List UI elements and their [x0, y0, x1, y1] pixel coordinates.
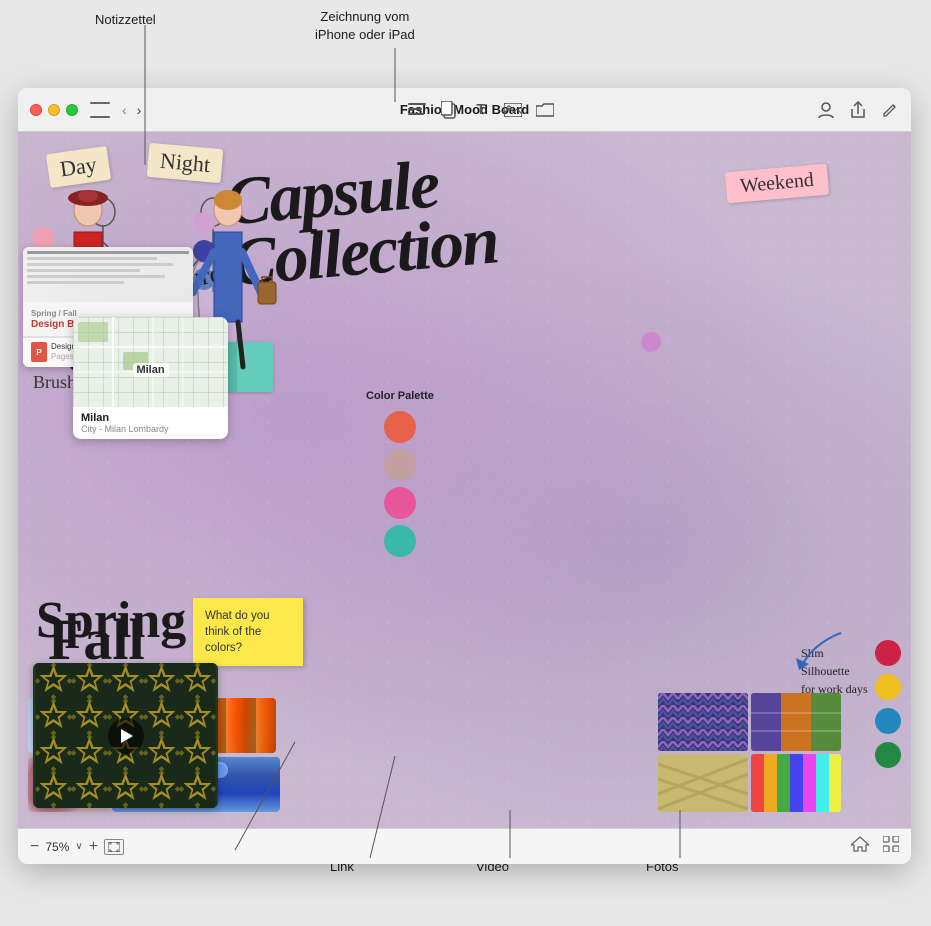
map-footer: Milan City - Milan Lombardy	[73, 407, 228, 439]
swatch-green	[875, 742, 901, 768]
play-icon	[121, 729, 133, 743]
swatch-blue-right	[875, 708, 901, 734]
bottom-right-icons	[851, 836, 899, 857]
note-icon[interactable]	[408, 101, 426, 119]
swatch-yellow	[875, 674, 901, 700]
collaborate-icon[interactable]	[817, 101, 835, 119]
folder-icon[interactable]	[536, 101, 554, 119]
main-window: ‹ › Fashion Mood Board T	[18, 88, 911, 864]
zoom-dropdown[interactable]: ∨	[75, 841, 82, 852]
zoom-in-button[interactable]: +	[89, 838, 98, 856]
photo-colorful	[751, 693, 841, 751]
night-sticky[interactable]: Night	[147, 143, 224, 183]
fullscreen-button[interactable]	[66, 104, 78, 116]
photo-textile	[658, 754, 748, 812]
back-arrow[interactable]: ‹	[118, 100, 131, 120]
palette-swatch-3	[384, 487, 416, 519]
traffic-lights	[30, 104, 78, 116]
sticky-note-text: What do you think of the colors?	[205, 610, 270, 654]
bottom-toolbar: − 75% ∨ +	[18, 828, 911, 864]
photo-chevron	[658, 693, 748, 751]
zoom-level: 75%	[45, 840, 69, 854]
weekend-sticky[interactable]: Weekend	[725, 164, 829, 204]
grid-icon[interactable]	[883, 836, 899, 857]
edit-icon[interactable]	[881, 101, 899, 119]
video-tile[interactable]	[33, 663, 218, 808]
palette-swatch-1	[384, 411, 416, 443]
text-icon[interactable]: T	[472, 101, 490, 119]
image-icon[interactable]	[504, 101, 522, 119]
copy-icon[interactable]	[440, 101, 458, 119]
video-background	[33, 663, 218, 808]
play-button[interactable]	[108, 718, 144, 754]
palette-label: Color Palette	[366, 390, 434, 403]
palette-swatch-4	[384, 525, 416, 557]
sticky-note-colors[interactable]: What do you think of the colors?	[193, 598, 303, 666]
canvas-area: CapsuleCollection Day Night	[18, 132, 911, 828]
doc-thumbnail	[23, 247, 193, 302]
color-swatches-right	[875, 640, 901, 768]
minimize-button[interactable]	[48, 104, 60, 116]
forward-arrow[interactable]: ›	[133, 100, 146, 120]
zoom-out-button[interactable]: −	[30, 838, 39, 856]
close-button[interactable]	[30, 104, 42, 116]
zoom-controls: − 75% ∨ +	[30, 838, 124, 856]
swatch-red	[875, 640, 901, 666]
photo-grid-right	[658, 693, 841, 812]
map-area: Milan	[73, 317, 228, 407]
toolbar-right	[817, 101, 899, 119]
color-dot-right	[641, 332, 661, 352]
home-icon[interactable]	[851, 836, 869, 857]
fit-view-button[interactable]	[104, 839, 124, 855]
annotation-notizzettel: Notizzettel	[95, 12, 156, 27]
color-palette: Color Palette	[366, 390, 434, 557]
map-card[interactable]: Milan Milan City - Milan Lombardy	[73, 317, 228, 439]
photo-stripes	[751, 754, 841, 812]
annotation-zeichnung: Zeichnung vomiPhone oder iPad	[315, 8, 415, 44]
nav-arrows: ‹ ›	[118, 100, 145, 120]
map-roads-svg	[73, 317, 228, 407]
palette-swatch-2	[384, 449, 416, 481]
sidebar-toggle[interactable]	[90, 102, 110, 118]
pages-icon: P	[31, 342, 47, 362]
titlebar: ‹ › Fashion Mood Board T	[18, 88, 911, 132]
blue-arrow	[791, 628, 851, 678]
share-icon[interactable]	[849, 101, 867, 119]
map-city-label: Milan	[132, 363, 168, 377]
